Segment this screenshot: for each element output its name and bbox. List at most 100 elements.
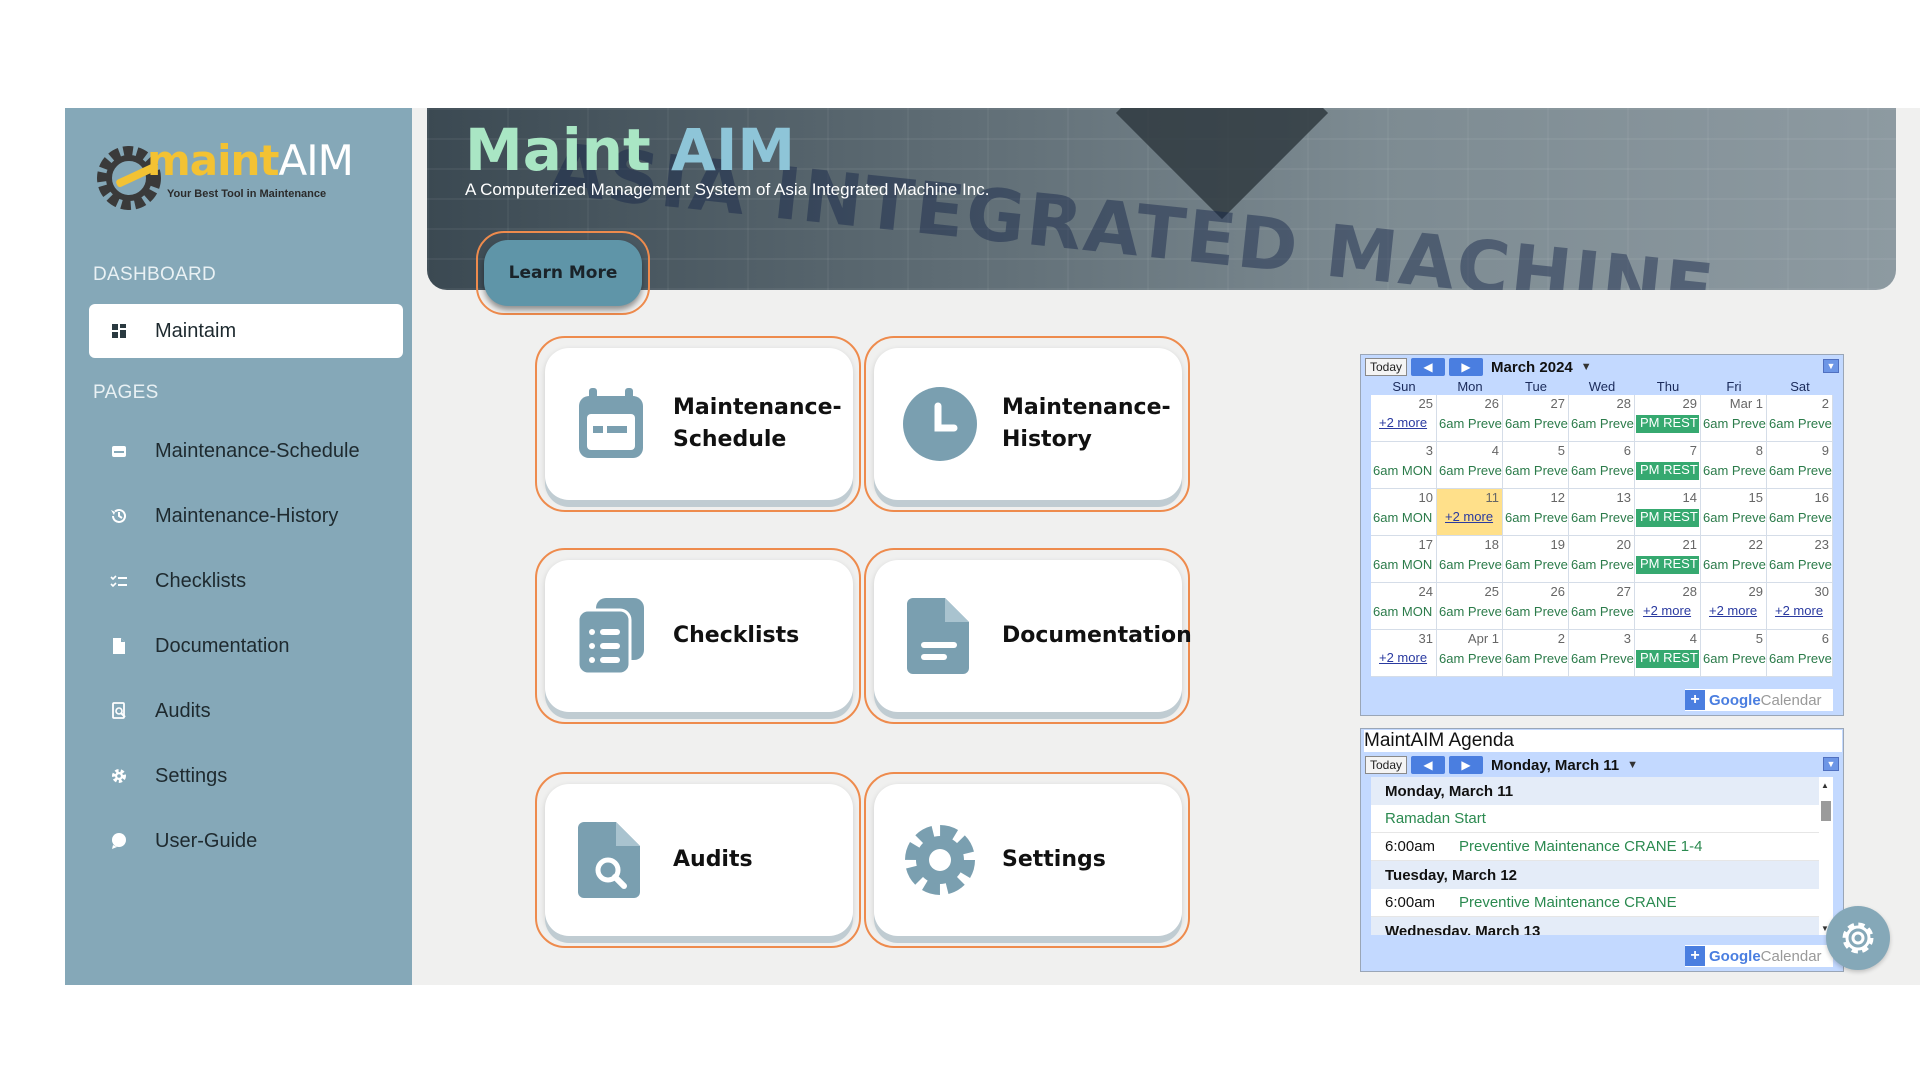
calendar-day[interactable]: 9 6am Preve <box>1767 442 1833 489</box>
more-events-link[interactable]: +2 more <box>1445 509 1493 524</box>
add-to-google-calendar[interactable]: + Google Calendar <box>1685 945 1833 967</box>
calendar-month-title[interactable]: March 2024 <box>1491 359 1573 376</box>
more-events-link[interactable]: +2 more <box>1775 603 1823 618</box>
calendar-day[interactable]: 8 6am Preve <box>1701 442 1767 489</box>
more-events-link[interactable]: +2 more <box>1709 603 1757 618</box>
calendar-day[interactable]: Mar 1 6am Preve <box>1701 395 1767 442</box>
calendar-event[interactable]: 6am Preve <box>1571 416 1634 431</box>
calendar-event[interactable]: 6am Preve <box>1439 416 1502 431</box>
calendar-options-button[interactable]: ▼ <box>1823 359 1839 373</box>
agenda-date-title[interactable]: Monday, March 11 <box>1491 757 1619 774</box>
calendar-day[interactable]: Apr 1 6am Preve <box>1437 630 1503 677</box>
calendar-event[interactable]: PM REST <box>1636 462 1699 480</box>
calendar-day[interactable]: 2 6am Preve <box>1503 630 1569 677</box>
calendar-day[interactable]: 28 +2 more <box>1635 583 1701 630</box>
calendar-event[interactable]: 6am MON <box>1373 604 1432 619</box>
card-audits[interactable]: Audits <box>535 772 861 948</box>
calendar-event[interactable]: 6am MON <box>1373 510 1432 525</box>
calendar-event[interactable]: 6am MON <box>1373 463 1432 478</box>
calendar-event[interactable]: 6am Preve <box>1505 557 1568 572</box>
card-documentation[interactable]: Documentation <box>864 548 1192 724</box>
calendar-day[interactable]: 24 6am MON <box>1371 583 1437 630</box>
more-events-link[interactable]: +2 more <box>1643 603 1691 618</box>
sidebar-item-maintaim[interactable]: Maintaim <box>89 304 403 358</box>
agenda-event-row[interactable]: Ramadan Start <box>1371 805 1821 833</box>
calendar-day[interactable]: 27 6am Preve <box>1569 583 1635 630</box>
calendar-day[interactable]: 7 PM REST <box>1635 442 1701 489</box>
floating-settings-button[interactable] <box>1826 906 1890 970</box>
agenda-event-row[interactable]: 6:00am Preventive Maintenance CRANE <box>1371 889 1821 917</box>
agenda-event-title[interactable]: Ramadan Start <box>1371 810 1486 827</box>
chevron-down-icon[interactable]: ▼ <box>1627 759 1638 771</box>
calendar-event[interactable]: 6am Preve <box>1769 416 1832 431</box>
calendar-event[interactable]: PM REST <box>1636 415 1699 433</box>
more-events-link[interactable]: +2 more <box>1379 415 1427 430</box>
calendar-event[interactable]: 6am Preve <box>1703 557 1766 572</box>
calendar-day-today[interactable]: 11 +2 more <box>1437 489 1503 536</box>
calendar-event[interactable]: PM REST <box>1636 509 1699 527</box>
add-to-google-calendar[interactable]: + Google Calendar <box>1685 689 1833 711</box>
chevron-down-icon[interactable]: ▼ <box>1581 361 1592 373</box>
calendar-event[interactable]: PM REST <box>1636 556 1699 574</box>
calendar-event[interactable]: 6am Preve <box>1769 557 1832 572</box>
calendar-day[interactable]: 10 6am MON <box>1371 489 1437 536</box>
calendar-day[interactable]: 22 6am Preve <box>1701 536 1767 583</box>
calendar-event[interactable]: 6am Preve <box>1571 557 1634 572</box>
calendar-event[interactable]: 6am Preve <box>1439 651 1502 666</box>
calendar-event[interactable]: 6am Preve <box>1505 510 1568 525</box>
calendar-event[interactable]: PM REST <box>1636 650 1699 668</box>
calendar-day[interactable]: 26 6am Preve <box>1437 395 1503 442</box>
calendar-event[interactable]: 6am Preve <box>1703 651 1766 666</box>
calendar-day[interactable]: 6 6am Preve <box>1767 630 1833 677</box>
sidebar-item-audits[interactable]: Audits <box>89 684 403 738</box>
calendar-event[interactable]: 6am Preve <box>1571 604 1634 619</box>
calendar-day[interactable]: 23 6am Preve <box>1767 536 1833 583</box>
card-settings[interactable]: Settings <box>864 772 1190 948</box>
calendar-day[interactable]: 29 +2 more <box>1701 583 1767 630</box>
agenda-event-row[interactable]: 6:00am Preventive Maintenance CRANE 1-4 <box>1371 833 1821 861</box>
prev-month-button[interactable]: ◀ <box>1411 358 1446 376</box>
calendar-day[interactable]: 4 PM REST <box>1635 630 1701 677</box>
calendar-day[interactable]: 3 6am MON <box>1371 442 1437 489</box>
card-maintenance-schedule[interactable]: Maintenance- Schedule <box>535 336 861 512</box>
calendar-event[interactable]: 6am Preve <box>1703 463 1766 478</box>
calendar-today-button[interactable]: Today <box>1365 358 1408 376</box>
calendar-day[interactable]: 3 6am Preve <box>1569 630 1635 677</box>
calendar-day[interactable]: 21 PM REST <box>1635 536 1701 583</box>
calendar-event[interactable]: 6am Preve <box>1769 651 1832 666</box>
calendar-day[interactable]: 15 6am Preve <box>1701 489 1767 536</box>
calendar-day[interactable]: 29 PM REST <box>1635 395 1701 442</box>
more-events-link[interactable]: +2 more <box>1379 650 1427 665</box>
calendar-event[interactable]: 6am Preve <box>1703 510 1766 525</box>
calendar-day[interactable]: 28 6am Preve <box>1569 395 1635 442</box>
calendar-day[interactable]: 31 +2 more <box>1371 630 1437 677</box>
calendar-day[interactable]: 25 +2 more <box>1371 395 1437 442</box>
calendar-event[interactable]: 6am Preve <box>1769 510 1832 525</box>
learn-more-button[interactable]: Learn More <box>484 240 642 306</box>
calendar-day[interactable]: 5 6am Preve <box>1701 630 1767 677</box>
prev-day-button[interactable]: ◀ <box>1411 756 1446 774</box>
calendar-day[interactable]: 2 6am Preve <box>1767 395 1833 442</box>
sidebar-item-settings[interactable]: Settings <box>89 749 403 803</box>
agenda-event-title[interactable]: Preventive Maintenance CRANE <box>1459 894 1677 911</box>
agenda-event-title[interactable]: Preventive Maintenance CRANE 1-4 <box>1459 838 1702 855</box>
calendar-event[interactable]: 6am Preve <box>1703 416 1766 431</box>
calendar-event[interactable]: 6am MON <box>1373 557 1432 572</box>
sidebar-item-maintenance-history[interactable]: Maintenance-History <box>89 489 403 543</box>
next-month-button[interactable]: ▶ <box>1449 358 1484 376</box>
calendar-day[interactable]: 12 6am Preve <box>1503 489 1569 536</box>
next-day-button[interactable]: ▶ <box>1449 756 1484 774</box>
calendar-day[interactable]: 16 6am Preve <box>1767 489 1833 536</box>
calendar-event[interactable]: 6am Preve <box>1439 604 1502 619</box>
calendar-day[interactable]: 14 PM REST <box>1635 489 1701 536</box>
calendar-day[interactable]: 6 6am Preve <box>1569 442 1635 489</box>
calendar-day[interactable]: 5 6am Preve <box>1503 442 1569 489</box>
agenda-scrollbar[interactable]: ▲ ▼ <box>1819 777 1833 935</box>
card-maintenance-history[interactable]: Maintenance- History <box>864 336 1190 512</box>
calendar-event[interactable]: 6am Preve <box>1571 651 1634 666</box>
calendar-event[interactable]: 6am Preve <box>1439 557 1502 572</box>
sidebar-item-checklists[interactable]: Checklists <box>89 554 403 608</box>
sidebar-item-user-guide[interactable]: User-Guide <box>89 814 403 868</box>
calendar-event[interactable]: 6am Preve <box>1571 463 1634 478</box>
calendar-day[interactable]: 4 6am Preve <box>1437 442 1503 489</box>
